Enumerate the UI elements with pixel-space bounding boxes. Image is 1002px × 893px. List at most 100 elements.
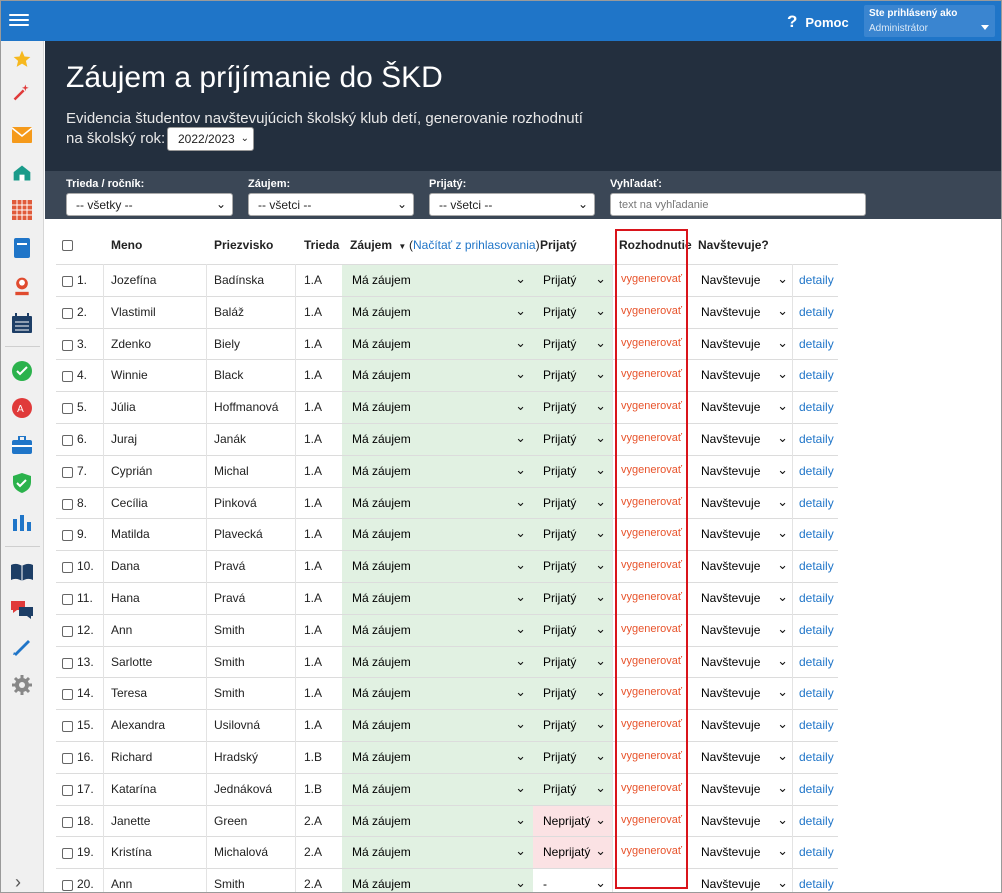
row-checkbox[interactable] — [62, 562, 73, 574]
generate-decision-link[interactable]: vygenerovať — [621, 273, 682, 285]
attends-select[interactable]: Navštevuje ⌄ — [690, 551, 792, 582]
accepted-select[interactable]: Prijatý ⌄ — [533, 519, 612, 551]
interest-select[interactable]: Má záujem ⌄ — [342, 265, 533, 296]
magic-wand-icon[interactable] — [11, 81, 33, 103]
generate-decision-link[interactable]: vygenerovať — [621, 400, 682, 412]
open-book-icon[interactable] — [11, 561, 33, 583]
attends-select[interactable]: Navštevuje ⌄ — [690, 424, 792, 455]
details-link[interactable]: detaily — [799, 877, 834, 891]
attends-select[interactable]: Navštevuje ⌄ — [690, 869, 792, 892]
accepted-select[interactable]: Prijatý ⌄ — [533, 646, 612, 678]
accepted-select[interactable]: Prijatý ⌄ — [533, 773, 612, 805]
row-checkbox[interactable] — [62, 689, 73, 701]
interest-select[interactable]: Má záujem ⌄ — [342, 455, 533, 487]
attends-select[interactable]: Navštevuje ⌄ — [690, 615, 792, 646]
attends-select[interactable]: Navštevuje ⌄ — [690, 456, 792, 487]
generate-decision-link[interactable]: vygenerovať — [621, 782, 682, 794]
accepted-select[interactable]: Prijatý ⌄ — [533, 487, 612, 519]
generate-decision-link[interactable]: vygenerovať — [621, 337, 682, 349]
row-checkbox[interactable] — [62, 371, 73, 383]
attends-select[interactable]: Navštevuje ⌄ — [690, 583, 792, 614]
accepted-select[interactable]: Prijatý ⌄ — [533, 265, 612, 296]
generate-decision-link[interactable]: vygenerovať — [621, 559, 682, 571]
details-link[interactable]: detaily — [799, 845, 834, 859]
row-checkbox[interactable] — [62, 307, 73, 319]
accepted-select[interactable]: Prijatý ⌄ — [533, 678, 612, 710]
attends-select[interactable]: Navštevuje ⌄ — [690, 806, 792, 837]
details-link[interactable]: detaily — [799, 623, 834, 637]
accepted-select[interactable]: Prijatý ⌄ — [533, 392, 612, 424]
col-zaujem-sort[interactable]: Záujem ▼ — [350, 238, 406, 252]
filter-accepted-select[interactable]: -- všetci -- ⌄ — [429, 193, 595, 216]
pen-icon[interactable] — [11, 635, 33, 657]
details-link[interactable]: detaily — [799, 814, 834, 828]
accepted-select[interactable]: Prijatý ⌄ — [533, 328, 612, 360]
generate-decision-link[interactable]: vygenerovať — [621, 655, 682, 667]
row-checkbox[interactable] — [62, 816, 73, 828]
interest-select[interactable]: Má záujem ⌄ — [342, 678, 533, 710]
generate-decision-link[interactable]: vygenerovať — [621, 750, 682, 762]
generate-decision-link[interactable]: vygenerovať — [621, 623, 682, 635]
accepted-select[interactable]: Prijatý ⌄ — [533, 614, 612, 646]
interest-select[interactable]: Má záujem ⌄ — [342, 392, 533, 424]
accepted-select[interactable]: Prijatý ⌄ — [533, 551, 612, 583]
generate-decision-link[interactable]: vygenerovať — [621, 718, 682, 730]
attends-select[interactable]: Navštevuje ⌄ — [690, 710, 792, 741]
chevron-right-icon[interactable]: › — [15, 872, 21, 892]
attends-select[interactable]: Navštevuje ⌄ — [690, 519, 792, 550]
interest-select[interactable]: Má záujem ⌄ — [342, 583, 533, 614]
timetable-icon[interactable] — [11, 199, 33, 221]
accepted-select[interactable]: Prijatý ⌄ — [533, 296, 612, 328]
row-checkbox[interactable] — [62, 657, 73, 669]
accepted-select[interactable]: Prijatý ⌄ — [533, 360, 612, 392]
row-checkbox[interactable] — [62, 339, 73, 351]
interest-select[interactable]: Má záujem ⌄ — [342, 360, 533, 392]
row-checkbox[interactable] — [62, 625, 73, 637]
home-icon[interactable] — [11, 162, 33, 184]
menu-icon[interactable] — [9, 11, 29, 29]
generate-decision-link[interactable]: vygenerovať — [621, 496, 682, 508]
attends-select[interactable]: Navštevuje ⌄ — [690, 392, 792, 423]
row-checkbox[interactable] — [62, 784, 73, 796]
attends-select[interactable]: Navštevuje ⌄ — [690, 297, 792, 328]
briefcase-icon[interactable] — [11, 434, 33, 456]
row-checkbox[interactable] — [62, 753, 73, 764]
interest-select[interactable]: Má záujem ⌄ — [342, 519, 533, 551]
chart-icon[interactable] — [11, 511, 33, 533]
star-icon[interactable] — [11, 48, 33, 70]
search-input[interactable]: text na vyhľadanie — [610, 193, 866, 216]
details-link[interactable]: detaily — [799, 273, 834, 287]
attends-select[interactable]: Navštevuje ⌄ — [690, 837, 792, 868]
help-button[interactable]: ? Pomoc — [787, 12, 849, 32]
generate-decision-link[interactable]: vygenerovať — [621, 686, 682, 698]
details-link[interactable]: detaily — [799, 559, 834, 573]
row-checkbox[interactable] — [62, 276, 73, 287]
row-checkbox[interactable] — [62, 880, 73, 892]
row-checkbox[interactable] — [62, 498, 73, 510]
select-all-checkbox[interactable] — [62, 240, 73, 251]
row-checkbox[interactable] — [62, 403, 73, 415]
accepted-select[interactable]: Prijatý ⌄ — [533, 424, 612, 455]
attends-select[interactable]: Navštevuje ⌄ — [690, 265, 792, 296]
accepted-select[interactable]: Neprijatý ⌄ — [533, 837, 612, 869]
details-link[interactable]: detaily — [799, 432, 834, 446]
interest-select[interactable]: Má záujem ⌄ — [342, 424, 533, 455]
generate-decision-link[interactable]: vygenerovať — [621, 527, 682, 539]
book-icon[interactable] — [11, 237, 33, 259]
filter-interest-select[interactable]: -- všetci -- ⌄ — [248, 193, 414, 216]
accepted-select[interactable]: Prijatý ⌄ — [533, 710, 612, 742]
accepted-select[interactable]: Prijatý ⌄ — [533, 455, 612, 487]
grade-icon[interactable]: A — [11, 397, 33, 419]
attends-select[interactable]: Navštevuje ⌄ — [690, 774, 792, 805]
details-link[interactable]: detaily — [799, 337, 834, 351]
interest-select[interactable]: Má záujem ⌄ — [342, 710, 533, 742]
interest-select[interactable]: Má záujem ⌄ — [342, 646, 533, 678]
generate-decision-link[interactable]: vygenerovať — [621, 305, 682, 317]
attends-select[interactable]: Navštevuje ⌄ — [690, 678, 792, 709]
row-checkbox[interactable] — [62, 848, 73, 860]
interest-select[interactable]: Má záujem ⌄ — [342, 805, 533, 837]
interest-select[interactable]: Má záujem ⌄ — [342, 742, 533, 773]
school-year-select[interactable]: 2022/2023 ⌄ — [167, 127, 254, 151]
row-checkbox[interactable] — [62, 594, 73, 605]
user-icon[interactable] — [11, 275, 33, 297]
